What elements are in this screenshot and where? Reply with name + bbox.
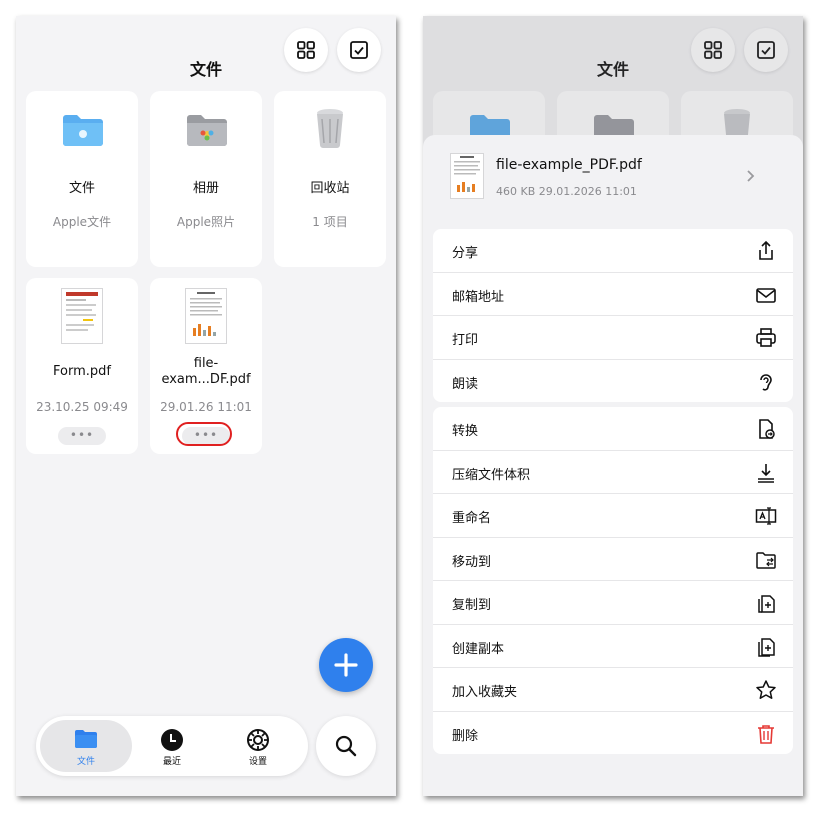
action-sheet: file-example_PDF.pdf 460 KB 29.01.2026 1… (423, 135, 803, 796)
share-icon (759, 240, 773, 260)
tile-name: Form.pdf (53, 364, 111, 379)
mail-icon (756, 287, 776, 303)
tile-subtitle: Apple文件 (52, 215, 112, 229)
printer-icon (756, 328, 776, 347)
menu-item-duplicate[interactable]: 创建副本 (433, 625, 793, 668)
file-meta: 460 KB 29.01.2026 11:01 (496, 185, 637, 198)
rename-icon (755, 507, 777, 525)
trash-icon (758, 724, 774, 744)
grid-view-button[interactable] (284, 28, 328, 72)
tile-subtitle: 1 项目 (312, 215, 348, 229)
tile-form-pdf[interactable]: Form.pdf 23.10.25 09:49 ••• (26, 278, 138, 454)
blue-folder-icon (63, 115, 103, 146)
tab-bar: 文件 最近 设置 (36, 716, 308, 776)
more-button[interactable]: ••• (58, 427, 106, 445)
tile-subtitle: Apple照片 (176, 215, 236, 229)
menu-item-label: 打印 (452, 333, 479, 348)
duplicate-icon (758, 637, 775, 657)
menu-item-label: 加入收藏夹 (452, 685, 518, 700)
action-group-file: 转换 压缩文件体积 重命名 移动到 复制到 创建副本 加入收藏夹 删除 (433, 407, 793, 754)
file-actions-screen: 文件 file-example_PDF.pdf 460 KB 29.01.202… (423, 16, 803, 796)
menu-item-label: 创建副本 (452, 641, 505, 657)
menu-item-favorite[interactable]: 加入收藏夹 (433, 668, 793, 712)
tile-name: 回收站 (310, 181, 350, 196)
plus-icon (334, 653, 358, 677)
ear-icon (760, 373, 772, 391)
menu-item-copy-to[interactable]: 复制到 (433, 581, 793, 625)
menu-item-label: 邮箱地址 (452, 289, 505, 305)
tile-name-line2: exam...DF.pdf (161, 372, 251, 387)
checkbox-icon (350, 41, 368, 59)
menu-item-email[interactable]: 邮箱地址 (433, 273, 793, 316)
download-icon (758, 463, 774, 483)
menu-item-move-to[interactable]: 移动到 (433, 538, 793, 581)
menu-item-label: 删除 (452, 728, 479, 744)
tile-name: 文件 (68, 181, 95, 196)
tab-label: 设置 (248, 757, 267, 767)
menu-item-label: 压缩文件体积 (452, 467, 531, 483)
pdf-thumbnail (185, 288, 227, 344)
tile-subtitle: 29.01.26 11:01 (160, 400, 252, 414)
tile-files[interactable]: 文件 Apple文件 (26, 91, 138, 267)
trash-can-icon (317, 109, 343, 148)
menu-item-compress[interactable]: 压缩文件体积 (433, 451, 793, 494)
grid-icon (297, 41, 315, 59)
chevron-right-icon[interactable] (745, 169, 757, 183)
menu-item-label: 转换 (452, 424, 479, 439)
tile-subtitle: 23.10.25 09:49 (36, 400, 128, 414)
search-icon (335, 735, 357, 757)
menu-item-delete[interactable]: 删除 (433, 712, 793, 755)
tile-photos[interactable]: 相册 Apple照片 (150, 91, 262, 267)
move-folder-icon (756, 551, 776, 569)
tab-files[interactable]: 文件 (40, 720, 132, 772)
photos-folder-icon (187, 115, 227, 146)
tile-trash[interactable]: 回收站 1 项目 (274, 91, 386, 267)
search-button[interactable] (316, 716, 376, 776)
gear-icon (247, 729, 269, 751)
pdf-thumbnail (450, 153, 484, 199)
tab-label: 文件 (76, 757, 95, 767)
menu-item-label: 移动到 (452, 554, 492, 570)
highlight-circle (176, 422, 232, 446)
star-icon (756, 680, 776, 699)
menu-item-label: 朗读 (452, 376, 479, 392)
convert-icon (759, 419, 775, 439)
tile-name-line1: file- (193, 356, 219, 371)
menu-item-convert[interactable]: 转换 (433, 407, 793, 451)
menu-item-label: 复制到 (452, 598, 492, 613)
menu-item-share[interactable]: 分享 (433, 229, 793, 273)
tab-settings[interactable]: 设置 (212, 720, 304, 772)
menu-item-read-aloud[interactable]: 朗读 (433, 360, 793, 403)
menu-item-print[interactable]: 打印 (433, 316, 793, 360)
tile-name: 相册 (192, 181, 219, 196)
pdf-thumbnail (61, 288, 103, 344)
action-group-share: 分享 邮箱地址 打印 朗读 (433, 229, 793, 402)
menu-item-label: 重命名 (452, 511, 492, 526)
menu-item-rename[interactable]: 重命名 (433, 494, 793, 538)
tile-file-example-pdf[interactable]: file- exam...DF.pdf 29.01.26 11:01 ••• (150, 278, 262, 454)
menu-item-label: 分享 (452, 246, 479, 261)
copy-to-icon (758, 595, 775, 613)
add-button[interactable] (319, 638, 373, 692)
select-button[interactable] (337, 28, 381, 72)
folder-icon (75, 730, 97, 748)
file-name: file-example_PDF.pdf (496, 157, 642, 173)
tab-recents[interactable]: 最近 (126, 720, 218, 772)
files-screen: 文件 文件 Apple文件 相册 Apple照片 回收站 1 项目 Form.p… (16, 16, 396, 796)
tab-label: 最近 (162, 757, 181, 767)
clock-icon (161, 729, 183, 751)
